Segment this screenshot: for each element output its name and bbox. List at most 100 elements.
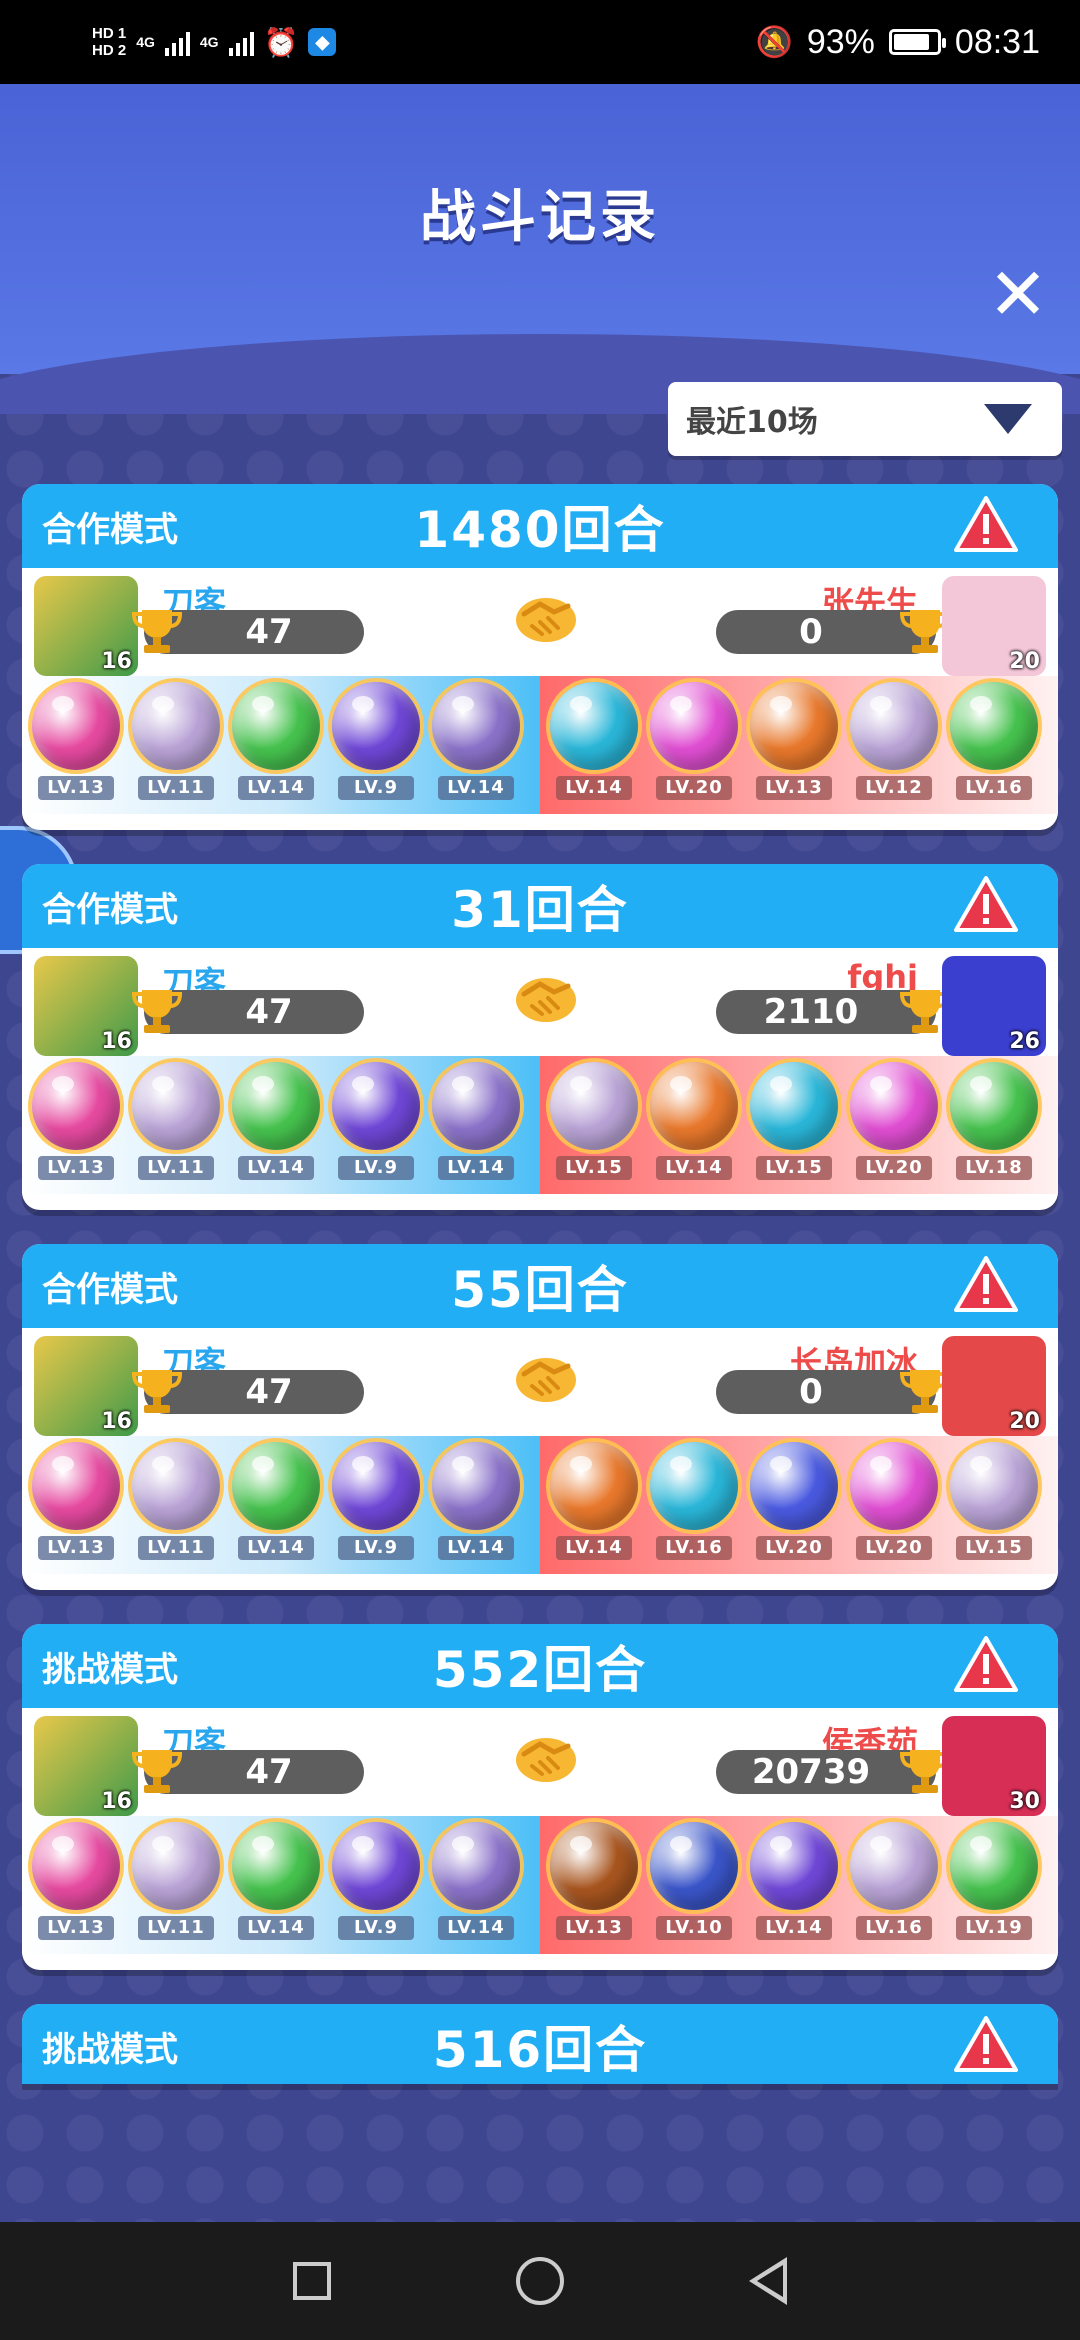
player-level: 16 bbox=[101, 649, 132, 674]
pet-orb bbox=[650, 682, 738, 770]
pet-orb bbox=[950, 1062, 1038, 1150]
security-shield-icon: ◆ bbox=[308, 28, 337, 56]
pet-level: LV.11 bbox=[138, 1536, 214, 1560]
player-team-lineup: LV.13 LV.11 LV.14 LV.9 LV.14 bbox=[22, 1816, 540, 1954]
handshake-icon bbox=[516, 598, 576, 642]
pet-level: LV.13 bbox=[38, 776, 114, 800]
trophy-icon bbox=[131, 1370, 183, 1413]
pet-level: LV.14 bbox=[656, 1156, 732, 1180]
pet-orb bbox=[432, 682, 520, 770]
opponent-team-lineup: LV.13 LV.10 LV.14 LV.16 LV.19 bbox=[540, 1816, 1058, 1954]
pet-orb bbox=[950, 682, 1038, 770]
status-right: 🔕 93% 08:31 bbox=[755, 23, 1040, 62]
pet-level: LV.20 bbox=[756, 1536, 832, 1560]
trophy-icon bbox=[131, 990, 183, 1033]
player-team-lineup: LV.13 LV.11 LV.14 LV.9 LV.14 bbox=[22, 1056, 540, 1194]
handshake-icon bbox=[516, 1358, 576, 1402]
pet-level: LV.16 bbox=[656, 1536, 732, 1560]
report-warning-icon[interactable] bbox=[954, 876, 1018, 934]
mute-icon: 🔕 bbox=[755, 25, 793, 59]
pet-level: LV.13 bbox=[756, 776, 832, 800]
pet-level: LV.14 bbox=[756, 1916, 832, 1940]
pet-orb bbox=[432, 1822, 520, 1910]
player-avatar[interactable]: 16 bbox=[34, 1716, 138, 1816]
pet-orb bbox=[950, 1822, 1038, 1910]
pet-level: LV.20 bbox=[856, 1536, 932, 1560]
record-card[interactable]: 合作模式 31回合 16 刀客 47 fghj 2110 26 LV.13 LV… bbox=[22, 864, 1058, 1210]
opponent-level: 20 bbox=[1009, 1409, 1040, 1434]
pet-orb bbox=[232, 1062, 320, 1150]
pet-orb bbox=[850, 1062, 938, 1150]
record-card-partial[interactable]: 挑战模式 516回合 bbox=[22, 2004, 1058, 2084]
trophy-icon bbox=[131, 610, 183, 653]
network1-label: 4G bbox=[136, 34, 155, 50]
battery-fill bbox=[893, 34, 930, 50]
handshake-icon bbox=[516, 978, 576, 1022]
filter-selected-label: 最近10场 bbox=[686, 405, 818, 440]
pet-level: LV.14 bbox=[438, 776, 514, 800]
pet-level: LV.13 bbox=[38, 1916, 114, 1940]
pet-orb bbox=[750, 682, 838, 770]
pet-level: LV.14 bbox=[238, 1156, 314, 1180]
player-avatar[interactable]: 16 bbox=[34, 576, 138, 676]
pet-orb bbox=[132, 1822, 220, 1910]
pet-level: LV.13 bbox=[38, 1536, 114, 1560]
opponent-avatar[interactable]: 26 bbox=[942, 956, 1046, 1056]
network2-label: 4G bbox=[199, 34, 219, 50]
pet-level: LV.13 bbox=[38, 1156, 114, 1180]
pet-level: LV.9 bbox=[338, 776, 414, 800]
pet-orb bbox=[850, 682, 938, 770]
match-filter-dropdown[interactable]: 最近10场 bbox=[668, 382, 1062, 456]
record-card[interactable]: 合作模式 55回合 16 刀客 47 长岛加冰 0 20 LV.13 LV.11… bbox=[22, 1244, 1058, 1590]
report-warning-icon[interactable] bbox=[954, 1636, 1018, 1694]
close-icon[interactable]: ✕ bbox=[986, 258, 1050, 330]
back-button[interactable] bbox=[749, 2257, 788, 2305]
pet-level: LV.14 bbox=[238, 776, 314, 800]
dropdown-triangle-icon bbox=[984, 404, 1032, 434]
rounds-label: 552回合 bbox=[432, 1641, 648, 1699]
pet-orb bbox=[132, 1442, 220, 1530]
pet-level: LV.11 bbox=[138, 1916, 214, 1940]
hd-indicator: HD 1 HD 2 bbox=[92, 25, 126, 59]
pet-orb bbox=[32, 1442, 120, 1530]
player-avatar[interactable]: 16 bbox=[34, 1336, 138, 1436]
opponent-avatar[interactable]: 30 bbox=[942, 1716, 1046, 1816]
report-warning-icon[interactable] bbox=[954, 1256, 1018, 1314]
record-card[interactable]: 挑战模式 552回合 16 刀客 47 侯香茹 20739 30 LV.13 L… bbox=[22, 1624, 1058, 1970]
page-title: 战斗记录 bbox=[420, 185, 660, 250]
pet-orb bbox=[650, 1062, 738, 1150]
pet-orb bbox=[650, 1442, 738, 1530]
pet-orb bbox=[32, 1062, 120, 1150]
opponent-avatar[interactable]: 20 bbox=[942, 1336, 1046, 1436]
pet-orb bbox=[332, 1822, 420, 1910]
pet-level: LV.14 bbox=[438, 1156, 514, 1180]
pet-orb bbox=[32, 1822, 120, 1910]
pet-orb bbox=[332, 1062, 420, 1150]
pet-orb bbox=[232, 1822, 320, 1910]
pet-orb bbox=[650, 1822, 738, 1910]
pet-orb bbox=[750, 1442, 838, 1530]
opponent-avatar[interactable]: 20 bbox=[942, 576, 1046, 676]
pet-orb bbox=[850, 1442, 938, 1530]
recent-apps-button[interactable] bbox=[292, 2262, 331, 2300]
report-warning-icon[interactable] bbox=[954, 496, 1018, 554]
player-team-lineup: LV.13 LV.11 LV.14 LV.9 LV.14 bbox=[22, 676, 540, 814]
home-button[interactable] bbox=[515, 2257, 564, 2305]
signal2-icon bbox=[228, 28, 254, 56]
pet-orb bbox=[332, 682, 420, 770]
opponent-level: 30 bbox=[1009, 1789, 1040, 1814]
rounds-label: 1480回合 bbox=[414, 501, 666, 559]
pet-level: LV.14 bbox=[438, 1536, 514, 1560]
card-header: 合作模式 1480回合 bbox=[22, 484, 1058, 568]
opponent-level: 26 bbox=[1009, 1029, 1040, 1054]
rounds-label: 31回合 bbox=[451, 881, 629, 939]
system-nav-bar bbox=[0, 2222, 1080, 2340]
pet-level: LV.14 bbox=[238, 1916, 314, 1940]
report-warning-icon[interactable] bbox=[954, 2016, 1018, 2074]
pet-level: LV.20 bbox=[856, 1156, 932, 1180]
player-level: 16 bbox=[101, 1029, 132, 1054]
trophy-icon bbox=[131, 1750, 183, 1793]
player-avatar[interactable]: 16 bbox=[34, 956, 138, 1056]
opponent-team-lineup: LV.15 LV.14 LV.15 LV.20 LV.18 bbox=[540, 1056, 1058, 1194]
record-card[interactable]: 合作模式 1480回合 16 刀客 47 张先生 0 20 LV.13 LV.1… bbox=[22, 484, 1058, 830]
